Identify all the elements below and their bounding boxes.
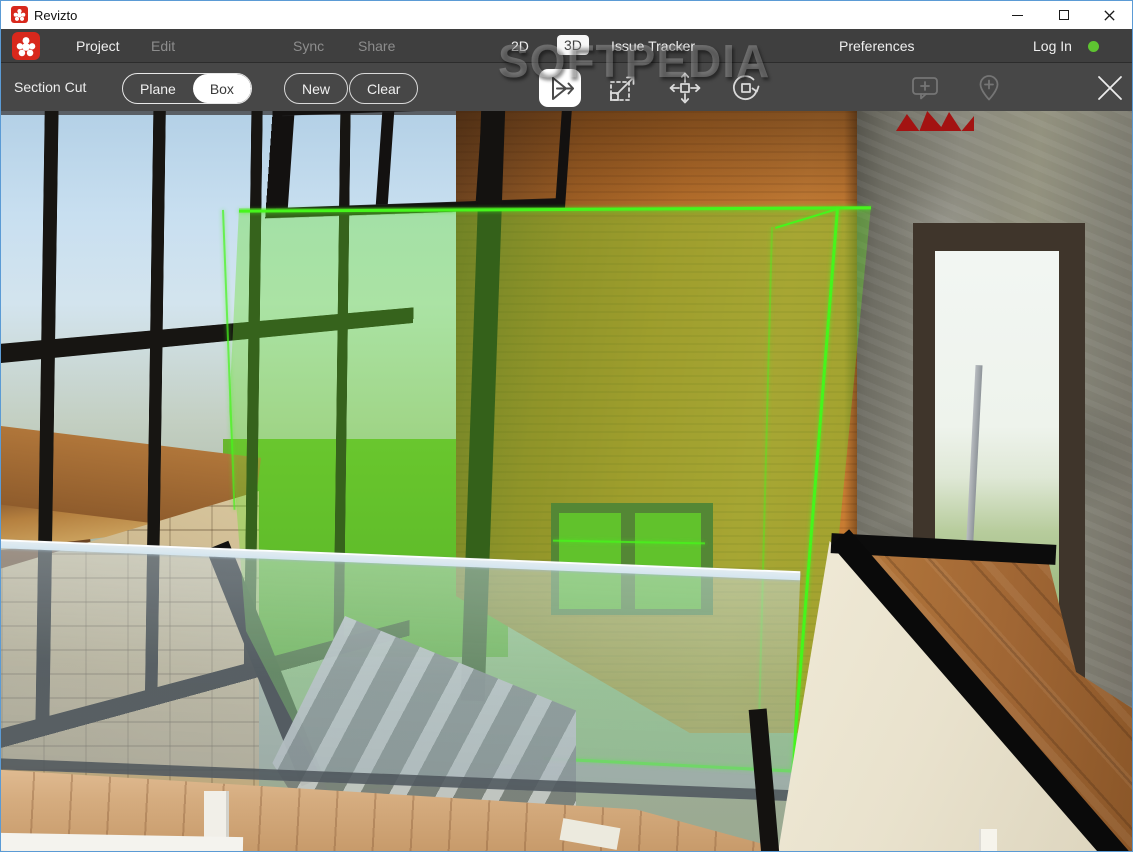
close-window-button[interactable]	[1087, 1, 1132, 29]
section-plane-tool-button[interactable]	[539, 69, 581, 107]
menubar: Project Edit Sync Share 2D 3D Issue Trac…	[1, 29, 1132, 63]
app-window: Revizto Project Edit Sync Share 2D 3D Is…	[0, 0, 1133, 852]
maximize-icon	[1058, 10, 1069, 20]
window-title: Revizto	[34, 8, 78, 23]
scale-section-icon	[610, 76, 635, 101]
close-icon	[1104, 9, 1115, 21]
menu-project[interactable]: Project	[76, 38, 120, 54]
rotate-section-icon	[732, 75, 760, 100]
close-icon	[1098, 76, 1122, 100]
menu-issue-tracker[interactable]: Issue Tracker	[611, 38, 695, 54]
add-comment-icon	[912, 77, 938, 100]
clear-section-button[interactable]: Clear	[349, 73, 419, 104]
view-2d-button[interactable]: 2D	[511, 38, 529, 54]
viewport-3d[interactable]	[1, 111, 1132, 851]
section-plane-icon	[552, 77, 574, 100]
minimize-icon	[1012, 14, 1023, 16]
section-cut-toolbar: Section Cut Plane Box New Clear	[1, 64, 1132, 111]
move-section-tool-button[interactable]	[664, 69, 706, 107]
mode-plane-option[interactable]: Plane	[123, 74, 193, 103]
scale-section-tool-button[interactable]	[602, 69, 644, 107]
glass-railing	[1, 541, 801, 802]
add-pin-tool-button[interactable]	[968, 69, 1010, 107]
login-button[interactable]: Log In	[1033, 38, 1072, 54]
maximize-button[interactable]	[1041, 1, 1086, 29]
add-pin-icon	[979, 75, 999, 101]
clerestory-window-frame	[265, 111, 573, 219]
revizto-logo-icon	[12, 32, 40, 60]
white-post	[979, 829, 997, 851]
section-cut-label: Section Cut	[14, 79, 87, 95]
rotate-section-tool-button[interactable]	[725, 69, 767, 107]
menu-edit: Edit	[151, 38, 176, 54]
revizto-figure-icon	[13, 8, 26, 21]
revizto-logo-icon	[11, 6, 28, 23]
add-comment-tool-button[interactable]	[904, 69, 946, 107]
minimize-button[interactable]	[995, 1, 1040, 29]
view-3d-button[interactable]: 3D	[557, 35, 589, 55]
login-status-dot	[1088, 41, 1099, 52]
titlebar: Revizto	[1, 1, 1132, 29]
section-mode-toggle: Plane Box	[122, 73, 252, 104]
mode-box-option[interactable]: Box	[192, 74, 251, 103]
new-section-button[interactable]: New	[284, 73, 349, 104]
white-ledge	[1, 832, 244, 851]
menu-share: Share	[358, 38, 396, 54]
menu-preferences[interactable]: Preferences	[839, 38, 914, 54]
close-section-cut-button[interactable]	[1089, 69, 1131, 107]
move-section-icon	[669, 72, 701, 104]
revizto-figure-icon	[16, 37, 36, 57]
menu-sync: Sync	[293, 38, 325, 54]
